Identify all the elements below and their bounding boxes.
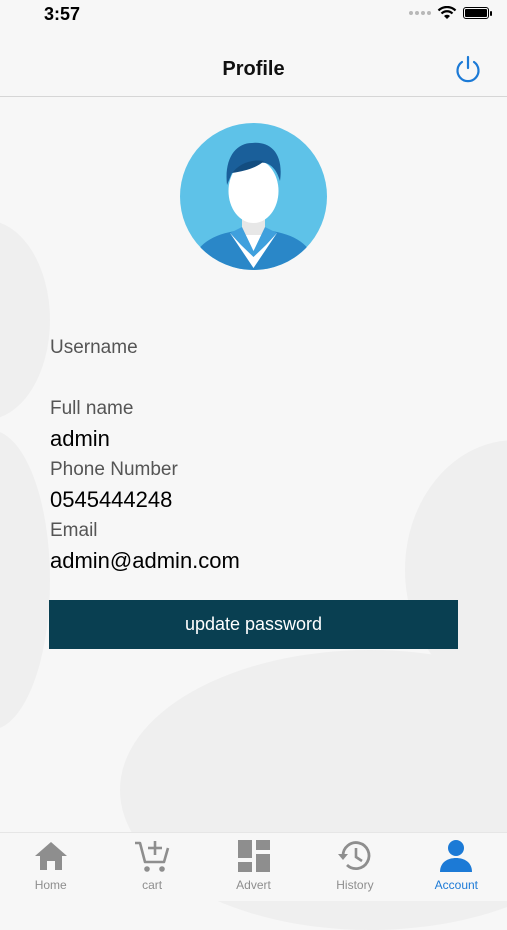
- home-icon: [34, 842, 67, 870]
- status-time: 3:57: [44, 4, 81, 24]
- history-icon: [337, 841, 371, 870]
- tab-home[interactable]: Home: [0, 833, 101, 901]
- phone-number-value: 0545444248: [50, 487, 173, 512]
- status-bar: 3:57: [0, 0, 507, 34]
- tab-account[interactable]: Account: [406, 833, 507, 901]
- page-title: Profile: [222, 58, 285, 80]
- tab-label-history: History: [336, 878, 374, 892]
- email-label: Email: [50, 520, 98, 541]
- status-icons: [409, 6, 492, 20]
- tab-bar: Home cart Advert History Account: [0, 832, 507, 901]
- navigation-bar: Profile: [0, 34, 507, 97]
- profile-content: Username Full name admin Phone Number 05…: [0, 97, 507, 832]
- tab-label-cart: cart: [142, 878, 163, 892]
- wifi-icon: [437, 6, 457, 19]
- email-value: admin@admin.com: [50, 548, 240, 573]
- battery-icon: [463, 7, 492, 19]
- username-label: Username: [50, 337, 138, 358]
- person-icon: [440, 840, 473, 872]
- full-name-label: Full name: [50, 398, 134, 419]
- tab-advert[interactable]: Advert: [203, 833, 304, 901]
- avatar: [180, 123, 327, 270]
- signal-icon: [409, 11, 431, 15]
- tab-cart[interactable]: cart: [101, 833, 202, 901]
- full-name-value: admin: [50, 426, 110, 451]
- tab-history[interactable]: History: [304, 833, 405, 901]
- tab-label-home: Home: [34, 878, 67, 892]
- cart-add-icon: [135, 841, 170, 872]
- dashboard-icon: [237, 840, 270, 872]
- logout-power-icon[interactable]: [453, 54, 483, 84]
- tab-label-account: Account: [434, 878, 478, 892]
- update-password-button[interactable]: update password: [49, 600, 458, 649]
- tab-label-advert: Advert: [236, 878, 271, 892]
- phone-number-label: Phone Number: [50, 459, 178, 480]
